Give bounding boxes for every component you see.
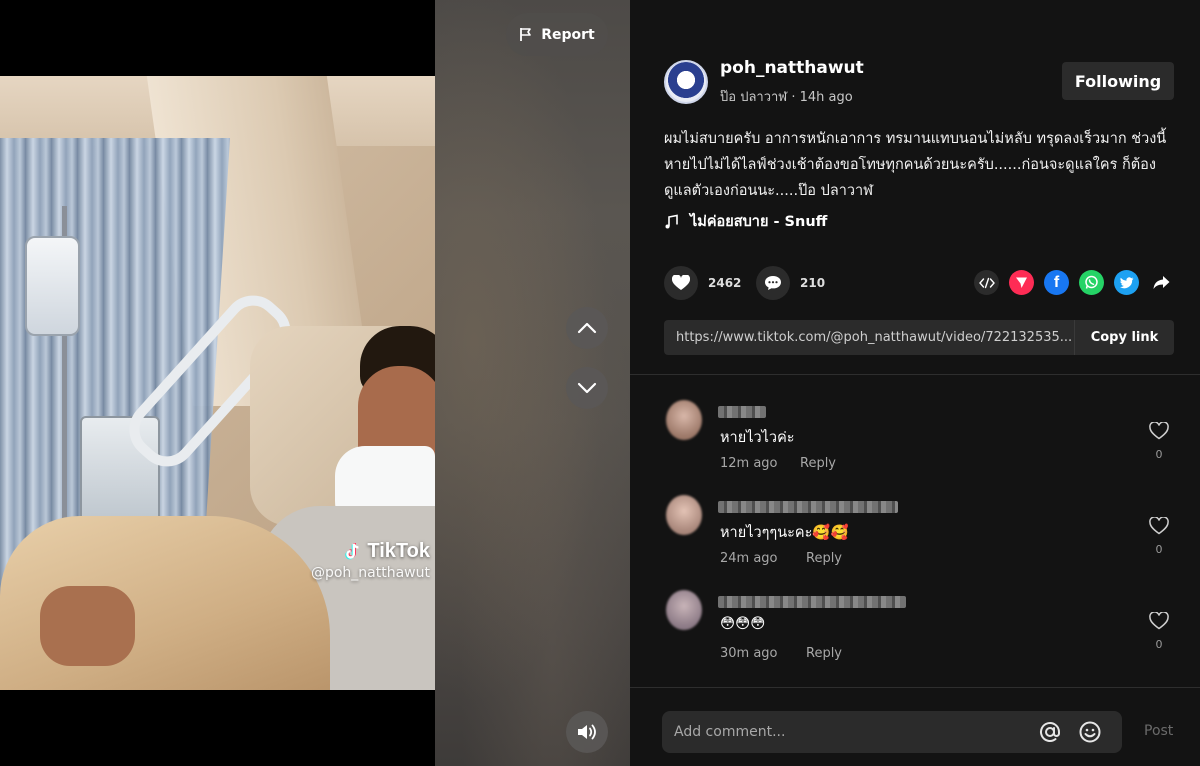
like-count: 2462 xyxy=(708,276,742,290)
commenter-name-blurred xyxy=(718,501,898,513)
comment-text: หายไวไวค่ะ xyxy=(720,430,795,446)
report-label: Report xyxy=(541,26,595,43)
reply-button[interactable]: Reply xyxy=(806,646,842,661)
emoji-icon[interactable] xyxy=(1078,720,1102,744)
twitter-icon[interactable] xyxy=(1114,270,1139,295)
divider xyxy=(630,687,1200,688)
speaker-icon xyxy=(578,724,596,740)
actions-row: 2462 210 f xyxy=(664,266,1174,302)
embed-icon[interactable] xyxy=(974,270,999,295)
author-subtitle: ป๊อ ปลาวาฬ · 14h ago xyxy=(720,90,853,105)
heart-outline-icon xyxy=(1149,516,1169,535)
comment-time: 12m ago xyxy=(720,456,778,471)
report-button[interactable]: Report xyxy=(506,13,608,56)
send-icon[interactable] xyxy=(1009,270,1034,295)
comment-input[interactable] xyxy=(662,711,1022,753)
flag-icon xyxy=(520,28,532,41)
details-panel: poh_natthawut ป๊อ ปลาวาฬ · 14h ago Follo… xyxy=(630,0,1200,766)
tiktok-logo-icon xyxy=(345,542,359,559)
comment-like-button[interactable]: 0 xyxy=(1142,516,1176,556)
whatsapp-glyph xyxy=(1085,275,1098,289)
tiktok-watermark-handle: @poh_natthawut xyxy=(310,565,430,581)
comment-circle xyxy=(756,266,790,300)
send-glyph xyxy=(1016,277,1027,288)
copy-link-button[interactable]: Copy link xyxy=(1074,320,1174,355)
commenter-avatar[interactable] xyxy=(666,495,702,535)
video-player[interactable]: TikTok @poh_natthawut xyxy=(0,76,435,690)
comment-item: หายไวไวค่ะ 12m ago Reply 0 xyxy=(666,400,1176,480)
comment-text: หายไวๆๆนะคะ🥰🥰 xyxy=(720,525,849,541)
share-arrow-glyph xyxy=(1153,276,1170,289)
author-username[interactable]: poh_natthawut xyxy=(720,58,864,78)
comment-like-count: 0 xyxy=(1155,448,1163,461)
reply-button[interactable]: Reply xyxy=(806,551,842,566)
tiktok-watermark-brand: TikTok xyxy=(367,540,430,562)
heart-outline-icon xyxy=(1149,421,1169,440)
tiktok-watermark-row: TikTok xyxy=(300,540,430,563)
facebook-glyph: f xyxy=(1053,273,1060,291)
music-note-icon xyxy=(665,214,678,228)
following-button[interactable]: Following xyxy=(1062,62,1174,100)
whatsapp-icon[interactable] xyxy=(1079,270,1104,295)
author-avatar[interactable] xyxy=(664,60,708,104)
mention-icon[interactable] xyxy=(1038,720,1062,744)
divider xyxy=(630,374,1200,375)
commenter-avatar[interactable] xyxy=(666,400,702,440)
twitter-glyph xyxy=(1119,276,1133,288)
comment-like-count: 0 xyxy=(1155,638,1163,651)
commenter-avatar[interactable] xyxy=(666,590,702,630)
share-link-text[interactable]: https://www.tiktok.com/@poh_natthawut/vi… xyxy=(664,330,1074,345)
next-video-button[interactable] xyxy=(566,367,608,409)
comment-input-box xyxy=(662,711,1122,753)
heart-outline-icon xyxy=(1149,611,1169,630)
reply-button[interactable]: Reply xyxy=(800,456,836,471)
author-row: poh_natthawut ป๊อ ปลาวาฬ · 14h ago Follo… xyxy=(664,58,1174,106)
comment-time: 30m ago xyxy=(720,646,778,661)
comment-bubble-icon xyxy=(765,276,781,290)
video-stage: TikTok @poh_natthawut Report xyxy=(0,0,630,766)
share-icons: f xyxy=(974,270,1174,295)
previous-video-button[interactable] xyxy=(566,307,608,349)
share-link-box: https://www.tiktok.com/@poh_natthawut/vi… xyxy=(664,320,1174,355)
comment-like-button[interactable]: 0 xyxy=(1142,611,1176,651)
like-button[interactable]: 2462 xyxy=(664,266,741,300)
comment-like-count: 0 xyxy=(1155,543,1163,556)
share-arrow-icon[interactable] xyxy=(1149,270,1174,295)
music-title: ไม่ค่อยสบาย - Snuff xyxy=(690,214,828,230)
comment-item: หายไวๆๆนะคะ🥰🥰 24m ago Reply 0 xyxy=(666,495,1176,575)
comment-time: 24m ago xyxy=(720,551,778,566)
video-iv-bag xyxy=(25,236,80,336)
video-caption: ผมไม่สบายครับ อาการหนักเอาการ ทรมานแทบนอ… xyxy=(664,131,1167,199)
heart-icon xyxy=(672,275,690,290)
post-button[interactable]: Post xyxy=(1144,723,1173,739)
comment-text: 😳😳😳 xyxy=(720,616,766,632)
commenter-name-blurred xyxy=(718,596,906,608)
commenter-name-blurred xyxy=(718,406,766,418)
facebook-icon[interactable]: f xyxy=(1044,270,1069,295)
chevron-up-icon xyxy=(577,322,597,334)
chevron-down-icon xyxy=(577,382,597,394)
comment-item: 😳😳😳 30m ago Reply 0 xyxy=(666,590,1176,670)
volume-button[interactable] xyxy=(566,711,608,753)
tiktok-watermark: TikTok @poh_natthawut xyxy=(300,540,430,581)
music-row[interactable]: ไม่ค่อยสบาย - Snuff xyxy=(664,210,827,233)
comment-like-button[interactable]: 0 xyxy=(1142,421,1176,461)
video-hand xyxy=(40,586,135,666)
comment-count-button[interactable]: 210 xyxy=(756,266,825,300)
like-circle xyxy=(664,266,698,300)
comment-count: 210 xyxy=(800,276,826,290)
embed-glyph xyxy=(978,277,995,288)
